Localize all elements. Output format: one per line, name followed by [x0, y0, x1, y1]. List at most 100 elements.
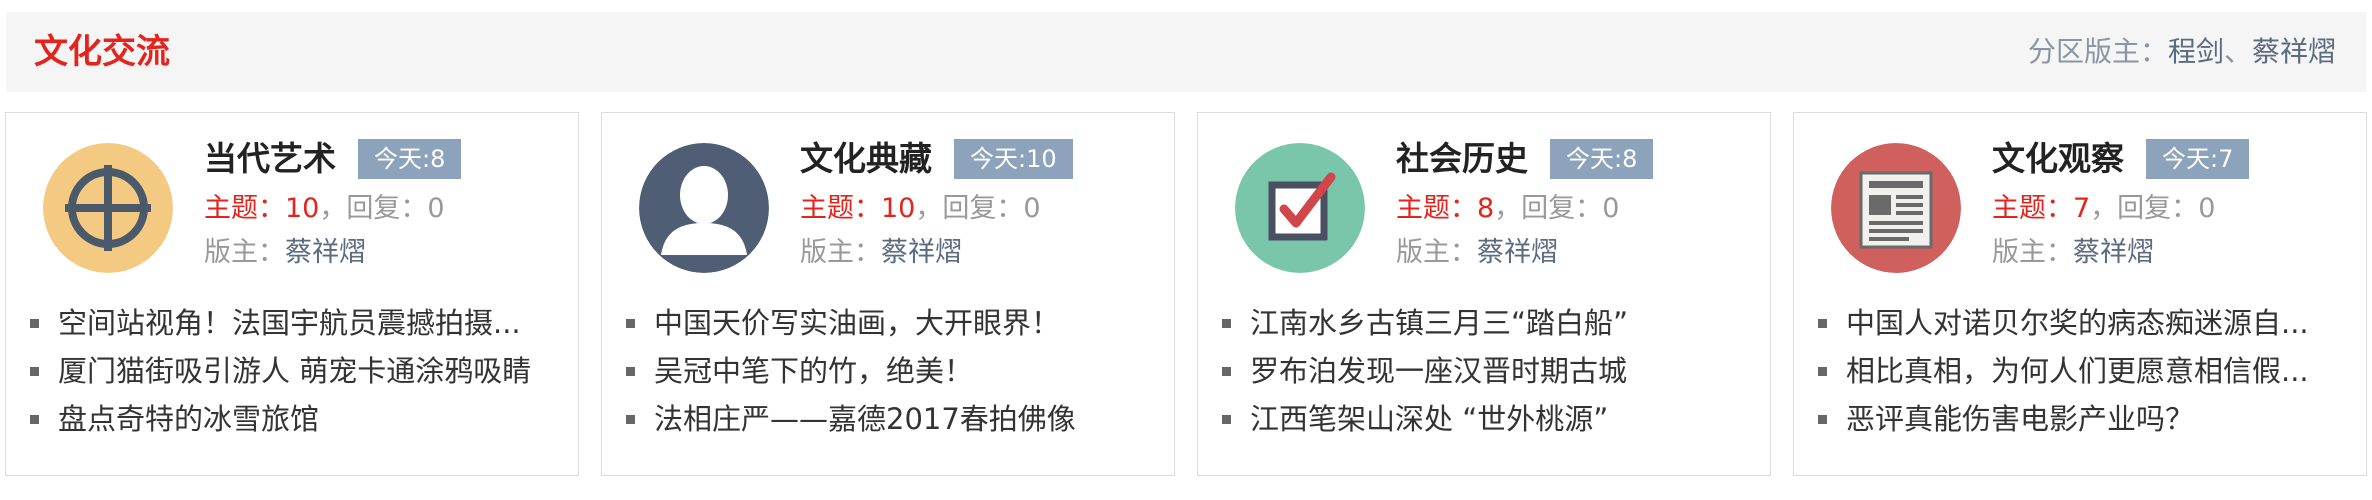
forum-card: 社会历史 今天:8 主题：8，回复：0 版主：蔡祥熠 江南水乡古镇三月三“踏白船… [1197, 112, 1771, 476]
replies-label: ，回复： [1494, 193, 1603, 224]
bullet-icon [626, 415, 635, 424]
forum-card: 文化观察 今天:7 主题：7，回复：0 版主：蔡祥熠 中国人对诺贝尔奖的病态痴迷… [1793, 112, 2367, 476]
post-list: 空间站视角！法国宇航员震撼拍摄... 厦门猫街吸引游人 萌宠卡通涂鸦吸睛 盘点奇… [28, 299, 568, 443]
card-stats: 主题：10，回复：0 [204, 189, 445, 229]
mod-label: 版主： [1396, 237, 1477, 268]
target-crosshair-icon[interactable] [43, 143, 173, 273]
post-list: 江南水乡古镇三月三“踏白船” 罗布泊发现一座汉晋时期古城 江西笔架山深处 “世外… [1220, 299, 1760, 443]
replies-count: 0 [2198, 193, 2216, 224]
post-title[interactable]: 空间站视角！法国宇航员震撼拍摄... [58, 306, 521, 340]
post-link[interactable]: 江西笔架山深处 “世外桃源” [1220, 395, 1760, 443]
topics-count: 10 [881, 193, 916, 224]
post-title[interactable]: 吴冠中笔下的竹，绝美！ [654, 354, 973, 388]
forum-title-link[interactable]: 当代艺术 [204, 137, 336, 181]
user-silhouette-icon[interactable] [639, 143, 769, 273]
forum-card: 当代艺术 今天:8 主题：10，回复：0 版主：蔡祥熠 空间站视角！法国宇航员震… [5, 112, 579, 476]
forum-title-link[interactable]: 文化典藏 [800, 137, 932, 181]
bullet-icon [1222, 415, 1231, 424]
post-link[interactable]: 盘点奇特的冰雪旅馆 [28, 395, 568, 443]
bullet-icon [30, 319, 39, 328]
bullet-icon [1222, 319, 1231, 328]
forum-card: 文化典藏 今天:10 主题：10，回复：0 版主：蔡祥熠 中国天价写实油画，大开… [601, 112, 1175, 476]
post-title[interactable]: 恶评真能伤害电影产业吗？ [1846, 402, 2194, 436]
mod-label: 版主： [204, 237, 285, 268]
post-title[interactable]: 相比真相，为何人们更愿意相信假... [1846, 354, 2309, 388]
bullet-icon [1818, 319, 1827, 328]
mod-link[interactable]: 蔡祥熠 [285, 237, 366, 268]
post-title[interactable]: 中国天价写实油画，大开眼界！ [654, 306, 1060, 340]
today-count-badge: 今天:8 [1550, 139, 1654, 179]
moderator-link[interactable]: 程剑 [2168, 35, 2224, 68]
post-title[interactable]: 中国人对诺贝尔奖的病态痴迷源自... [1846, 306, 2309, 340]
section-title: 文化交流 [34, 32, 170, 72]
today-count-badge: 今天:10 [954, 139, 1073, 179]
card-moderator: 版主：蔡祥熠 [204, 233, 366, 273]
replies-label: ，回复： [2090, 193, 2199, 224]
topics-label: 主题： [204, 193, 285, 224]
replies-count: 0 [427, 193, 445, 224]
checkbox-checked-icon[interactable] [1235, 143, 1365, 273]
bullet-icon [1222, 367, 1231, 376]
card-title-row: 当代艺术 今天:8 [204, 137, 462, 181]
post-title[interactable]: 罗布泊发现一座汉晋时期古城 [1250, 354, 1627, 388]
mod-label: 版主： [1992, 237, 2073, 268]
card-moderator: 版主：蔡祥熠 [800, 233, 962, 273]
replies-label: ，回复： [319, 193, 428, 224]
card-stats: 主题：8，回复：0 [1396, 189, 1619, 229]
card-title-row: 文化典藏 今天:10 [800, 137, 1073, 181]
bullet-icon [30, 415, 39, 424]
mod-link[interactable]: 蔡祥熠 [1477, 237, 1558, 268]
card-stats: 主题：7，回复：0 [1992, 189, 2215, 229]
card-moderator: 版主：蔡祥熠 [1396, 233, 1558, 273]
bullet-icon [1818, 367, 1827, 376]
moderators-label: 分区版主： [2027, 35, 2168, 68]
post-list: 中国天价写实油画，大开眼界！ 吴冠中笔下的竹，绝美！ 法相庄严——嘉德2017春… [624, 299, 1164, 443]
post-link[interactable]: 恶评真能伤害电影产业吗？ [1816, 395, 2356, 443]
post-title[interactable]: 江西笔架山深处 “世外桃源” [1250, 402, 1608, 436]
topics-label: 主题： [800, 193, 881, 224]
post-link[interactable]: 罗布泊发现一座汉晋时期古城 [1220, 347, 1760, 395]
section-header: 文化交流 分区版主：程剑、蔡祥熠 [6, 12, 2366, 92]
post-link[interactable]: 法相庄严——嘉德2017春拍佛像 [624, 395, 1164, 443]
newspaper-icon[interactable] [1831, 143, 1961, 273]
card-title-row: 文化观察 今天:7 [1992, 137, 2250, 181]
bullet-icon [30, 367, 39, 376]
post-link[interactable]: 相比真相，为何人们更愿意相信假... [1816, 347, 2356, 395]
post-list: 中国人对诺贝尔奖的病态痴迷源自... 相比真相，为何人们更愿意相信假... 恶评… [1816, 299, 2356, 443]
moderator-separator: 、 [2223, 35, 2252, 68]
post-link[interactable]: 吴冠中笔下的竹，绝美！ [624, 347, 1164, 395]
topics-label: 主题： [1992, 193, 2073, 224]
post-title[interactable]: 盘点奇特的冰雪旅馆 [58, 402, 319, 436]
bullet-icon [626, 319, 635, 328]
topics-count: 7 [2073, 193, 2091, 224]
replies-count: 0 [1602, 193, 1620, 224]
today-count-badge: 今天:8 [358, 139, 462, 179]
card-stats: 主题：10，回复：0 [800, 189, 1041, 229]
mod-link[interactable]: 蔡祥熠 [881, 237, 962, 268]
topics-count: 10 [285, 193, 320, 224]
today-count-badge: 今天:7 [2146, 139, 2250, 179]
post-title[interactable]: 法相庄严——嘉德2017春拍佛像 [654, 402, 1076, 436]
mod-link[interactable]: 蔡祥熠 [2073, 237, 2154, 268]
replies-count: 0 [1023, 193, 1041, 224]
topics-label: 主题： [1396, 193, 1477, 224]
post-title[interactable]: 厦门猫街吸引游人 萌宠卡通涂鸦吸睛 [58, 354, 531, 388]
forum-title-link[interactable]: 社会历史 [1396, 137, 1528, 181]
section-moderators: 分区版主：程剑、蔡祥熠 [2028, 34, 2336, 70]
post-title[interactable]: 江南水乡古镇三月三“踏白船” [1250, 306, 1628, 340]
forum-title-link[interactable]: 文化观察 [1992, 137, 2124, 181]
replies-label: ，回复： [915, 193, 1024, 224]
card-moderator: 版主：蔡祥熠 [1992, 233, 2154, 273]
card-title-row: 社会历史 今天:8 [1396, 137, 1654, 181]
post-link[interactable]: 中国人对诺贝尔奖的病态痴迷源自... [1816, 299, 2356, 347]
bullet-icon [626, 367, 635, 376]
bullet-icon [1818, 415, 1827, 424]
mod-label: 版主： [800, 237, 881, 268]
post-link[interactable]: 中国天价写实油画，大开眼界！ [624, 299, 1164, 347]
post-link[interactable]: 空间站视角！法国宇航员震撼拍摄... [28, 299, 568, 347]
forum-cards: 当代艺术 今天:8 主题：10，回复：0 版主：蔡祥熠 空间站视角！法国宇航员震… [5, 112, 2371, 476]
moderator-link[interactable]: 蔡祥熠 [2252, 35, 2336, 68]
post-link[interactable]: 厦门猫街吸引游人 萌宠卡通涂鸦吸睛 [28, 347, 568, 395]
topics-count: 8 [1477, 193, 1495, 224]
post-link[interactable]: 江南水乡古镇三月三“踏白船” [1220, 299, 1760, 347]
